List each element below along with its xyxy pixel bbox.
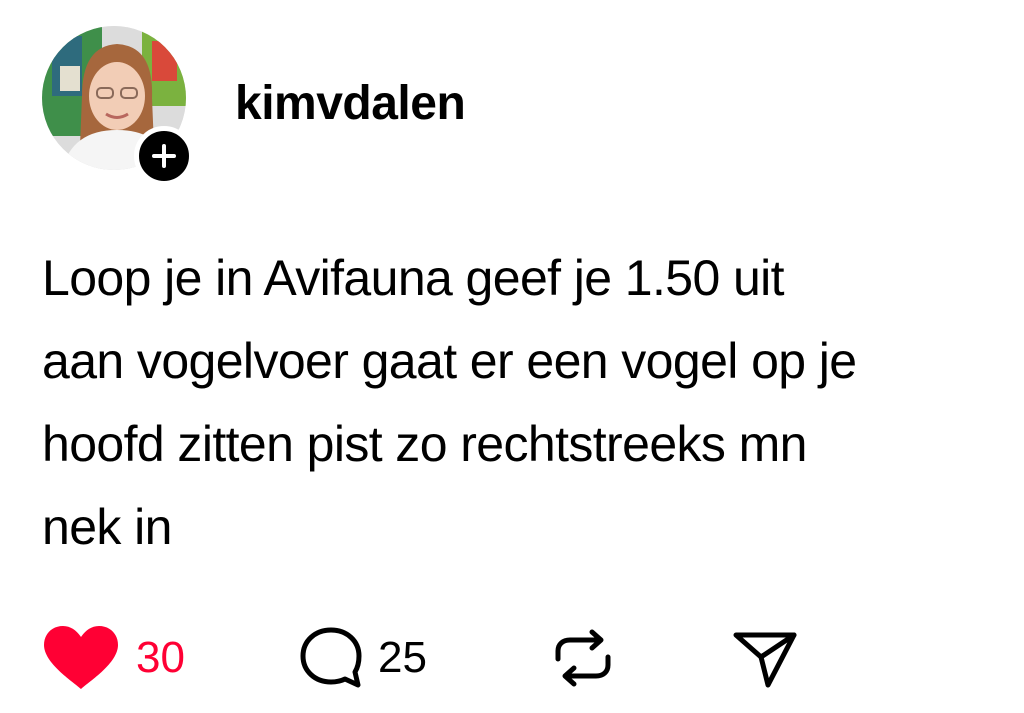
author-avatar-group[interactable] bbox=[42, 26, 194, 186]
like-button[interactable]: 30 bbox=[42, 622, 185, 694]
comment-button[interactable]: 25 bbox=[298, 622, 427, 694]
comment-bubble-icon bbox=[298, 625, 364, 691]
send-icon bbox=[732, 625, 798, 691]
repost-icon bbox=[550, 625, 616, 691]
repost-button[interactable] bbox=[550, 622, 616, 694]
plus-icon bbox=[150, 142, 178, 170]
author-username[interactable]: kimvdalen bbox=[235, 76, 466, 132]
action-bar: 30 25 bbox=[42, 622, 942, 694]
like-count: 30 bbox=[136, 633, 185, 682]
follow-button[interactable] bbox=[134, 126, 194, 186]
comment-count: 25 bbox=[378, 633, 427, 682]
heart-icon bbox=[42, 625, 120, 691]
share-button[interactable] bbox=[732, 622, 798, 694]
post-text: Loop je in Avifauna geef je 1.50 uit aan… bbox=[42, 250, 857, 555]
